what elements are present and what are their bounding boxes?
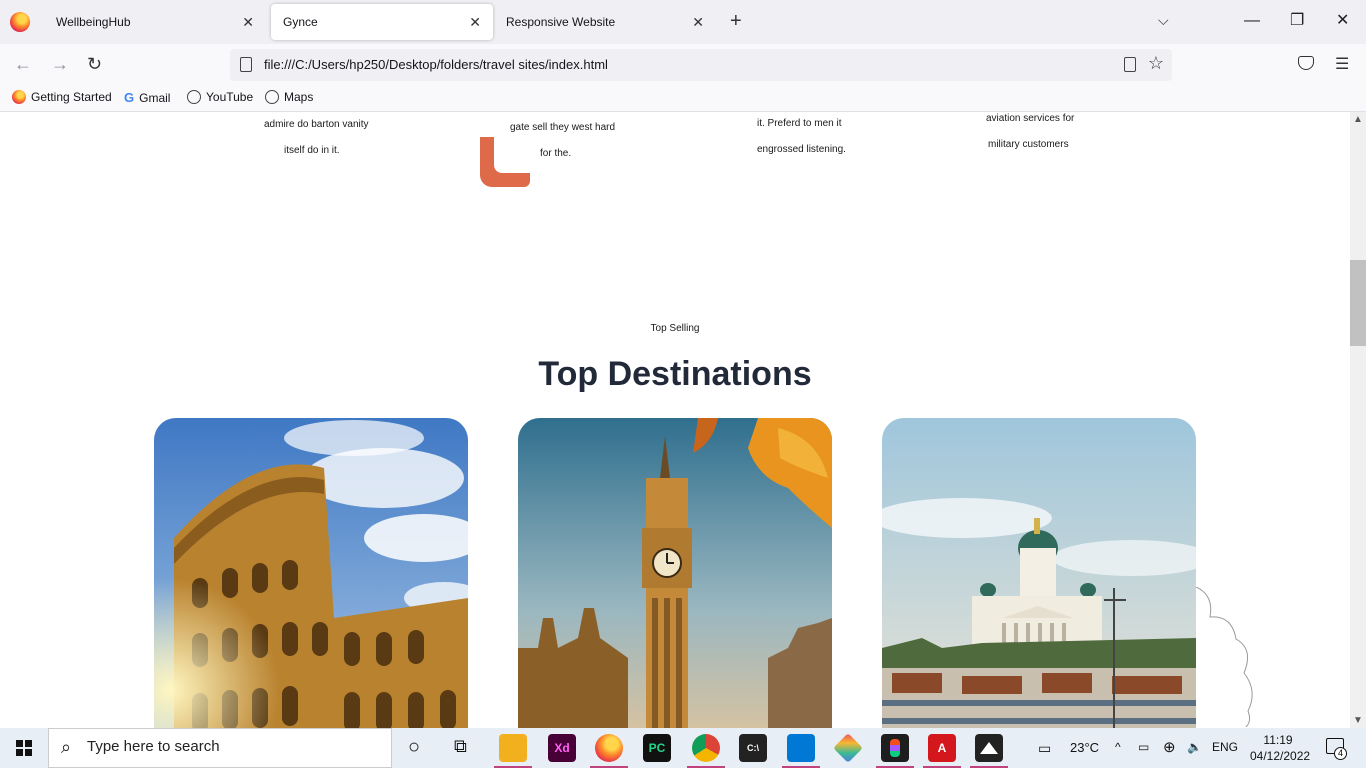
acrobat-icon[interactable]: A bbox=[928, 734, 956, 762]
destination-card-big-ben[interactable] bbox=[518, 418, 832, 728]
scroll-up-icon[interactable]: ▲ bbox=[1353, 114, 1363, 125]
bookmark-star-icon[interactable]: ☆ bbox=[1148, 53, 1164, 74]
bookmark-label: Maps bbox=[284, 90, 314, 104]
figma-icon[interactable] bbox=[881, 734, 909, 762]
bookmarks-toolbar: Getting Started G Gmail YouTube Maps bbox=[0, 86, 1366, 112]
menu-icon[interactable]: ☰ bbox=[1335, 54, 1349, 74]
volume-icon[interactable]: 🔈 bbox=[1187, 740, 1202, 754]
helsinki-cathedral-image bbox=[882, 418, 1196, 728]
cortana-icon[interactable]: ○ bbox=[408, 736, 420, 759]
taskbar: ⌕ ○ ⧉ Xd PC C:\ A ▭ 23°C ^ ▭ ⊕ 🔈 ENG 11:… bbox=[0, 728, 1366, 768]
clock[interactable]: 11:19 04/12/2022 bbox=[1250, 732, 1311, 764]
close-icon[interactable]: ✕ bbox=[242, 14, 254, 30]
tab-strip: WellbeingHub ✕ Gynce ✕ Responsive Websit… bbox=[0, 0, 1366, 44]
bookmark-label: Gmail bbox=[139, 90, 171, 105]
section-kicker: Top Selling bbox=[650, 323, 700, 334]
scrollbar-thumb[interactable] bbox=[1350, 260, 1366, 346]
clock-time: 11:19 bbox=[1263, 733, 1293, 747]
firefox-icon bbox=[12, 90, 26, 104]
vscode-icon[interactable] bbox=[787, 734, 815, 762]
service-4-text: aviation services for bbox=[986, 113, 1075, 124]
decorative-cloud-outline bbox=[1196, 587, 1253, 727]
notification-count: 4 bbox=[1334, 747, 1347, 760]
close-icon[interactable]: ✕ bbox=[692, 14, 704, 30]
bookmark-label: Getting Started bbox=[31, 90, 112, 104]
tab-gynce[interactable]: Gynce ✕ bbox=[271, 4, 493, 40]
new-tab-icon[interactable]: + bbox=[730, 10, 742, 32]
pycharm-icon[interactable]: PC bbox=[643, 734, 671, 762]
navigation-bar: ← → ↻ file:///C:/Users/hp250/Desktop/fol… bbox=[0, 44, 1366, 86]
firefox-icon[interactable] bbox=[595, 734, 623, 762]
destination-card-helsinki[interactable] bbox=[882, 418, 1196, 728]
terminal-icon[interactable]: C:\ bbox=[739, 734, 767, 762]
sourcetree-icon[interactable] bbox=[833, 733, 863, 763]
adobe-xd-icon[interactable]: Xd bbox=[548, 734, 576, 762]
tab-responsive-website[interactable]: Responsive Website ✕ bbox=[494, 4, 716, 40]
colosseum-image bbox=[154, 418, 468, 728]
globe-icon bbox=[187, 90, 201, 104]
service-3-text: engrossed listening. bbox=[757, 144, 846, 155]
section-heading: Top Destinations bbox=[538, 355, 812, 393]
restore-icon[interactable]: ❐ bbox=[1290, 10, 1304, 32]
reader-view-icon[interactable] bbox=[1124, 57, 1136, 72]
firefox-icon bbox=[10, 12, 30, 32]
forward-icon[interactable]: → bbox=[51, 52, 69, 76]
minimize-icon[interactable]: — bbox=[1244, 10, 1260, 32]
service-2-text: gate sell they west hard bbox=[510, 122, 616, 133]
clock-date: 04/12/2022 bbox=[1250, 749, 1311, 763]
windows-start-icon[interactable] bbox=[16, 740, 32, 756]
page-icon bbox=[240, 57, 252, 72]
service-3-text: it. Preferd to men it bbox=[757, 118, 842, 129]
bookmark-maps[interactable]: Maps bbox=[265, 90, 313, 104]
pocket-icon[interactable] bbox=[1298, 56, 1314, 70]
back-icon[interactable]: ← bbox=[14, 52, 32, 76]
service-1-text: itself do in it. bbox=[284, 145, 340, 156]
close-window-icon[interactable]: ✕ bbox=[1336, 10, 1349, 32]
file-explorer-icon[interactable] bbox=[499, 734, 527, 762]
page-content: admire do barton vanity itself do in it.… bbox=[0, 112, 1366, 728]
close-icon[interactable]: ✕ bbox=[469, 14, 481, 30]
tab-wellbeinghub[interactable]: WellbeingHub ✕ bbox=[44, 4, 266, 40]
bookmark-getting-started[interactable]: Getting Started bbox=[12, 90, 112, 104]
language-indicator[interactable]: ENG bbox=[1212, 740, 1238, 754]
big-ben-image bbox=[518, 418, 832, 728]
task-view-icon[interactable]: ⧉ bbox=[454, 736, 467, 757]
scroll-down-icon[interactable]: ▼ bbox=[1353, 715, 1363, 726]
chrome-icon[interactable] bbox=[692, 734, 720, 762]
taskbar-search[interactable]: ⌕ bbox=[48, 728, 392, 768]
decorative-corner bbox=[480, 137, 530, 187]
service-1-text: admire do barton vanity bbox=[264, 119, 369, 130]
chevron-up-icon[interactable]: ^ bbox=[1115, 740, 1121, 754]
tab-label: Gynce bbox=[283, 15, 318, 29]
bookmark-youtube[interactable]: YouTube bbox=[187, 90, 253, 104]
url-text[interactable]: file:///C:/Users/hp250/Desktop/folders/t… bbox=[264, 57, 608, 72]
weather-icon[interactable]: ▭ bbox=[1038, 740, 1051, 757]
tab-label: WellbeingHub bbox=[56, 15, 131, 29]
tab-label: Responsive Website bbox=[506, 15, 616, 29]
taskbar-search-input[interactable] bbox=[87, 738, 377, 755]
reload-icon[interactable]: ↻ bbox=[87, 52, 102, 76]
bookmark-gmail[interactable]: G Gmail bbox=[124, 90, 170, 105]
page-scrollbar[interactable]: ▲ ▼ bbox=[1350, 112, 1366, 728]
search-icon: ⌕ bbox=[61, 737, 72, 757]
destination-card-colosseum[interactable] bbox=[154, 418, 468, 728]
service-2-text: for the. bbox=[540, 148, 572, 159]
bookmark-label: YouTube bbox=[206, 90, 254, 104]
battery-icon[interactable]: ▭ bbox=[1138, 740, 1149, 754]
google-icon: G bbox=[124, 90, 135, 105]
chevron-down-icon[interactable]: ⌵ bbox=[1158, 12, 1169, 29]
weather-text[interactable]: 23°C bbox=[1070, 740, 1099, 755]
service-4-text: military customers bbox=[988, 139, 1069, 150]
globe-icon bbox=[265, 90, 279, 104]
photos-icon[interactable] bbox=[975, 734, 1003, 762]
network-icon[interactable]: ⊕ bbox=[1163, 738, 1176, 756]
address-bar[interactable]: file:///C:/Users/hp250/Desktop/folders/t… bbox=[230, 49, 1172, 81]
